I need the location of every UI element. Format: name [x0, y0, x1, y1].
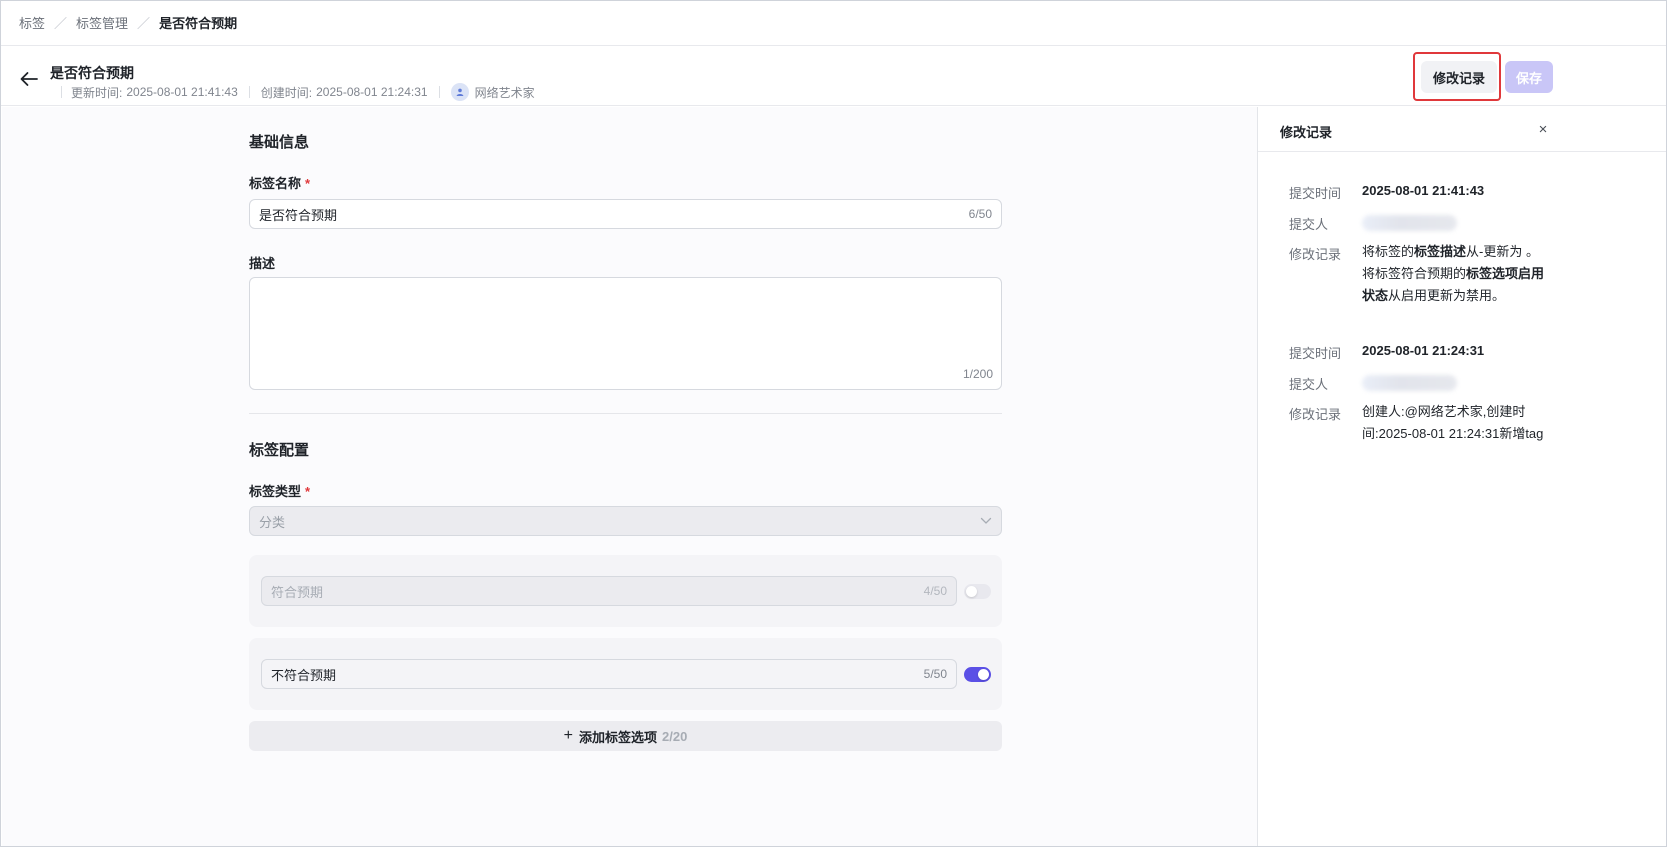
description-char-count: 1/200 — [962, 367, 993, 381]
meta-divider — [61, 86, 62, 98]
record-text: 将标签的 — [1362, 244, 1415, 259]
record-text: 将标签符合预期的 — [1362, 266, 1467, 281]
toggle-knob — [966, 586, 977, 597]
type-select[interactable]: 分类 — [249, 506, 1002, 536]
breadcrumb: 标签 ／ 标签管理 ／ 是否符合预期 — [19, 12, 237, 32]
add-option-counter: 2/20 — [662, 728, 688, 744]
header-divider — [1, 105, 1666, 106]
record-time-value: 2025-08-01 21:24:31 — [1362, 343, 1485, 358]
page-title: 是否符合预期 — [50, 65, 134, 81]
field-label-type-text: 标签类型 — [249, 484, 302, 499]
creator-name: 网络艺术家 — [474, 85, 535, 100]
record-change-text: 创建人:@网络艺术家,创建时间:2025-08-01 21:24:31新增tag — [1362, 404, 1544, 441]
section-title-config: 标签配置 — [249, 442, 310, 459]
meta-divider — [438, 86, 440, 98]
field-label-type: 标签类型 * — [249, 481, 310, 500]
description-textarea[interactable]: 1/200 — [249, 277, 1002, 390]
breadcrumb-item-tag-management[interactable]: 标签管理 — [76, 13, 128, 32]
user-icon — [456, 88, 463, 96]
breadcrumb-item-tags[interactable]: 标签 — [19, 13, 45, 32]
tag-option-value: 符合预期 — [271, 584, 324, 600]
tag-option-char-count: 5/50 — [923, 667, 947, 681]
created-time-label: 创建时间: — [260, 85, 313, 100]
field-label-name: 标签名称 * — [249, 173, 310, 192]
required-mark: * — [305, 484, 311, 499]
main-content: 基础信息 标签名称 * 是否符合预期 6/50 描述 1/200 标签配置 标签类… — [2, 107, 1257, 846]
meta-info: 更新时间: 2025-08-01 21:41:43 创建时间: 2025-08-… — [61, 83, 535, 101]
arrow-left-icon — [20, 72, 38, 86]
field-label-name-text: 标签名称 — [249, 176, 302, 191]
avatar — [450, 83, 469, 101]
record-time-value: 2025-08-01 21:41:43 — [1362, 183, 1485, 198]
name-input[interactable]: 是否符合预期 6/50 — [249, 199, 1002, 229]
tag-option-card: 不符合预期 5/50 — [249, 638, 1002, 710]
chevron-down-icon — [980, 517, 992, 524]
record-text: 从-更新为 。 — [1466, 244, 1539, 259]
breadcrumb-item-current: 是否符合预期 — [159, 15, 238, 31]
tag-option-char-count: 4/50 — [923, 584, 947, 598]
submitter-redacted — [1362, 375, 1457, 391]
type-select-value: 分类 — [259, 514, 286, 530]
breadcrumb-divider — [1, 45, 1666, 46]
submitter-redacted — [1362, 215, 1457, 231]
record-change-text: 将标签的标签描述从-更新为 。将标签符合预期的标签选项启用状态从启用更新为禁用。 — [1362, 241, 1552, 307]
tag-option-card: 符合预期 4/50 — [249, 555, 1002, 627]
record-change-label: 修改记录 — [1289, 247, 1342, 262]
plus-icon: + — [563, 727, 573, 744]
history-panel-header: 修改记录 × — [1258, 107, 1666, 152]
name-char-count: 6/50 — [968, 207, 992, 221]
save-button[interactable]: 保存 — [1505, 61, 1553, 93]
tag-option-toggle[interactable] — [964, 584, 991, 599]
tag-option-input[interactable]: 符合预期 4/50 — [261, 576, 957, 606]
back-button[interactable] — [17, 67, 41, 91]
record-submitter-label: 提交人 — [1289, 217, 1329, 232]
tag-option-input[interactable]: 不符合预期 5/50 — [261, 659, 957, 689]
updated-time-label: 更新时间: — [71, 85, 123, 100]
field-label-description: 描述 — [249, 256, 276, 271]
required-mark: * — [305, 176, 311, 191]
created-time-value: 2025-08-01 21:24:31 — [316, 85, 428, 99]
add-option-button[interactable]: + 添加标签选项 2/20 — [249, 721, 1002, 751]
record-change-label: 修改记录 — [1289, 407, 1342, 422]
close-icon[interactable]: × — [1534, 120, 1552, 138]
updated-time-value: 2025-08-01 21:41:43 — [126, 85, 238, 99]
tag-option-value: 不符合预期 — [271, 667, 337, 683]
section-title-basic: 基础信息 — [249, 134, 310, 151]
history-panel-title: 修改记录 — [1280, 125, 1333, 140]
breadcrumb-separator: ／ — [54, 15, 68, 31]
meta-divider — [248, 86, 250, 98]
breadcrumb-separator: ／ — [137, 15, 151, 31]
record-time-label: 提交时间 — [1289, 186, 1342, 201]
toggle-knob — [978, 669, 989, 680]
name-input-value: 是否符合预期 — [259, 207, 338, 223]
record-time-label: 提交时间 — [1289, 346, 1342, 361]
record-text-bold: 标签描述 — [1414, 244, 1467, 259]
history-panel: 修改记录 × 提交时间 2025-08-01 21:41:43 提交人 修改记录… — [1257, 107, 1666, 846]
history-button[interactable]: 修改记录 — [1421, 61, 1497, 93]
app-window: 标签 ／ 标签管理 ／ 是否符合预期 是否符合预期 更新时间: 2025-08-… — [0, 0, 1667, 847]
record-text: 从启用更新为禁用。 — [1388, 288, 1506, 303]
add-option-label: 添加标签选项 — [579, 729, 658, 745]
section-divider — [249, 413, 1002, 414]
tag-option-toggle[interactable] — [964, 667, 991, 682]
record-submitter-label: 提交人 — [1289, 377, 1329, 392]
